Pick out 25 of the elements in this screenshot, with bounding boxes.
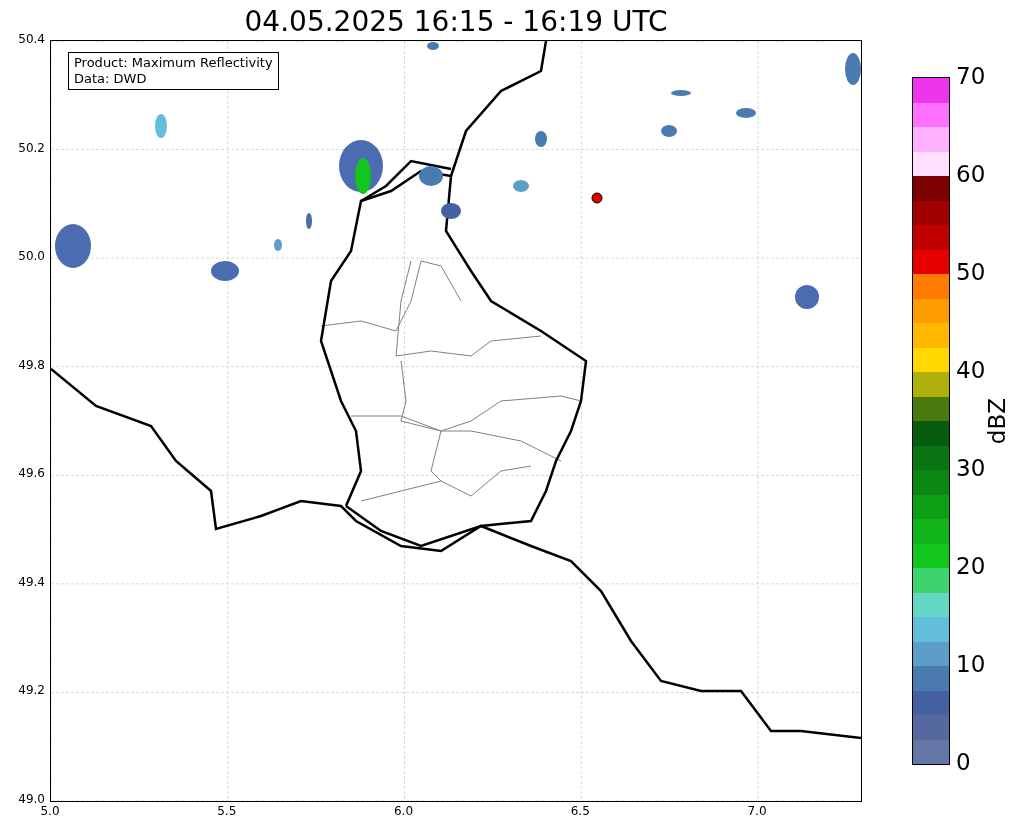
- colorbar-tick-label: 70: [956, 63, 986, 89]
- chart-title: 04.05.2025 16:15 - 16:19 UTC: [243, 4, 669, 40]
- colorbar-tick-label: 60: [956, 161, 986, 187]
- axis-tick-label: 49.8: [18, 357, 45, 372]
- axis-tick-label: 6.5: [569, 804, 591, 818]
- axis-tick-label: 5.0: [39, 804, 61, 818]
- axis-tick-label: 49.4: [18, 574, 45, 589]
- axis-tick-label: 50.0: [18, 249, 45, 264]
- axis-tick-label: 7.0: [746, 804, 768, 818]
- axis-tick-label: 49.2: [18, 683, 45, 698]
- axis-tick-label: 49.6: [18, 466, 45, 481]
- axis-tick-label: 6.0: [392, 804, 415, 818]
- axis-tick-label: 49.0: [18, 792, 45, 806]
- axis-tick-label: 50.4: [18, 32, 45, 46]
- colorbar-tick-label: 10: [956, 651, 986, 677]
- info-text: Data: DWD: [74, 71, 148, 87]
- info-text: Product: Maximum Reflectivity: [74, 55, 273, 71]
- colorbar-tick-label: 0: [956, 749, 971, 775]
- colorbar-tick-label: 40: [956, 357, 986, 383]
- axis-tick-label: 5.5: [216, 804, 238, 818]
- colorbar-tick-label: 50: [956, 259, 986, 285]
- colorbar-tick-label: 30: [956, 455, 986, 481]
- colorbar-label: dBZ: [984, 397, 1010, 445]
- colorbar-tick-label: 20: [956, 553, 986, 579]
- axis-tick-label: 50.2: [18, 140, 45, 155]
